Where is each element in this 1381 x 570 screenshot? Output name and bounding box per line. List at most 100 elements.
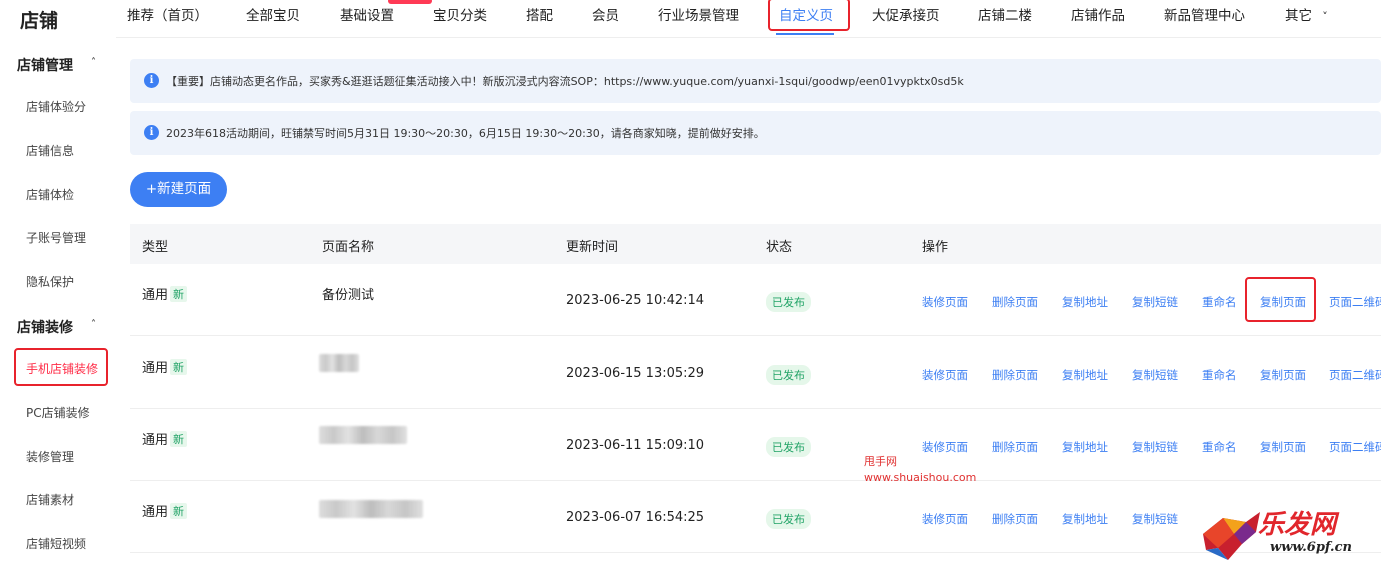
table-row: 通用新 2023-06-15 13:05:29 已发布 装修页面 删除页面 复制… bbox=[130, 337, 1381, 409]
sidebar-item-subaccount[interactable]: 子账号管理 bbox=[26, 229, 86, 246]
copy-address-link[interactable]: 复制地址 bbox=[1062, 367, 1108, 383]
blurred-page-name bbox=[319, 500, 423, 518]
sidebar-group-store-decoration[interactable]: 店铺装修 ˄ bbox=[17, 317, 96, 337]
copy-page-link[interactable]: 复制页面 bbox=[1260, 367, 1306, 383]
info-icon: i bbox=[144, 73, 159, 88]
notice-text: 【重要】店铺动态更名作品，买家秀&逛逛话题征集活动接入中！新版沉浸式内容流SOP… bbox=[166, 75, 964, 88]
page-qrcode-link[interactable]: 页面二维码 bbox=[1329, 367, 1381, 383]
sidebar-item-decoration-management[interactable]: 装修管理 bbox=[26, 448, 74, 465]
notice-text: 2023年618活动期间，旺铺禁写时间5月31日 19:30～20:30，6月1… bbox=[166, 127, 765, 140]
highlight-box bbox=[768, 0, 850, 31]
new-tag: 新 bbox=[170, 359, 188, 375]
active-tab-indicator bbox=[776, 33, 834, 35]
copy-page-link[interactable]: 复制页面 bbox=[1260, 439, 1306, 455]
decorate-page-link[interactable]: 装修页面 bbox=[922, 294, 968, 310]
updated-time: 2023-06-15 13:05:29 bbox=[566, 366, 705, 381]
tab-home[interactable]: 推荐（首页） bbox=[127, 4, 208, 24]
table-row: 通用新 2023-06-07 16:54:25 已发布 装修页面 删除页面 复制… bbox=[130, 481, 1381, 553]
highlight-box bbox=[1245, 277, 1316, 322]
type-label: 通用 bbox=[142, 505, 169, 520]
tab-basic-settings[interactable]: 基础设置 bbox=[340, 4, 394, 24]
notice-banner: i 【重要】店铺动态更名作品，买家秀&逛逛话题征集活动接入中！新版沉浸式内容流S… bbox=[130, 59, 1381, 103]
page-name: 备份测试 bbox=[322, 288, 375, 303]
column-header-status: 状态 bbox=[766, 240, 793, 255]
watermark-text: 甩手网 www.shuaishou.com bbox=[864, 454, 976, 486]
copy-address-link[interactable]: 复制地址 bbox=[1062, 511, 1108, 527]
sidebar-item-pc-decoration[interactable]: PC店铺装修 bbox=[26, 404, 90, 421]
type-cell: 通用新 bbox=[142, 357, 188, 376]
blurred-page-name bbox=[319, 426, 407, 444]
rename-link[interactable]: 重命名 bbox=[1202, 294, 1237, 310]
type-cell: 通用新 bbox=[142, 501, 188, 520]
sidebar-item-store-material[interactable]: 店铺素材 bbox=[26, 491, 74, 508]
tab-item-categories[interactable]: 宝贝分类 bbox=[433, 4, 487, 24]
new-badge bbox=[388, 0, 432, 4]
column-header-actions: 操作 bbox=[922, 240, 949, 255]
sidebar-item-short-video[interactable]: 店铺短视频 bbox=[26, 535, 86, 552]
delete-page-link[interactable]: 删除页面 bbox=[992, 511, 1038, 527]
chevron-up-icon: ˄ bbox=[91, 57, 96, 68]
table-row: 通用新 2023-06-11 15:09:10 已发布 装修页面 删除页面 复制… bbox=[130, 409, 1381, 481]
watermark-line1: 甩手网 bbox=[864, 455, 897, 468]
type-label: 通用 bbox=[142, 288, 169, 303]
chevron-up-icon: ˄ bbox=[91, 319, 96, 330]
updated-time: 2023-06-07 16:54:25 bbox=[566, 510, 705, 525]
tab-industry-scene[interactable]: 行业场景管理 bbox=[658, 4, 739, 24]
new-page-button[interactable]: +新建页面 bbox=[130, 172, 227, 207]
status-badge: 已发布 bbox=[766, 437, 811, 457]
delete-page-link[interactable]: 删除页面 bbox=[992, 367, 1038, 383]
tab-all-items[interactable]: 全部宝贝 bbox=[246, 4, 300, 24]
sidebar-item-privacy[interactable]: 隐私保护 bbox=[26, 273, 74, 290]
copy-address-link[interactable]: 复制地址 bbox=[1062, 439, 1108, 455]
group-title-label: 店铺装修 bbox=[17, 320, 73, 336]
group-title-label: 店铺管理 bbox=[17, 58, 73, 74]
tab-more-label: 其它 bbox=[1285, 8, 1312, 24]
updated-time: 2023-06-25 10:42:14 bbox=[566, 293, 705, 308]
tab-promo-landing[interactable]: 大促承接页 bbox=[872, 4, 940, 24]
delete-page-link[interactable]: 删除页面 bbox=[992, 439, 1038, 455]
copy-short-link[interactable]: 复制短链 bbox=[1132, 367, 1178, 383]
logo-url: www.6pf.cn bbox=[1270, 540, 1352, 555]
copy-short-link[interactable]: 复制短链 bbox=[1132, 511, 1178, 527]
copy-short-link[interactable]: 复制短链 bbox=[1132, 294, 1178, 310]
sidebar-group-store-management[interactable]: 店铺管理 ˄ bbox=[17, 55, 96, 75]
watermark-line2: www.shuaishou.com bbox=[864, 471, 977, 484]
sidebar-item-mobile-decoration[interactable]: 手机店铺装修 bbox=[26, 360, 98, 377]
tab-matching[interactable]: 搭配 bbox=[526, 4, 553, 24]
site-logo: 乐发网 www.6pf.cn bbox=[1198, 500, 1381, 570]
blurred-page-name bbox=[319, 354, 359, 372]
type-label: 通用 bbox=[142, 361, 169, 376]
rename-link[interactable]: 重命名 bbox=[1202, 439, 1237, 455]
rename-link[interactable]: 重命名 bbox=[1202, 367, 1237, 383]
status-badge: 已发布 bbox=[766, 292, 811, 312]
sidebar: 店铺 店铺管理 ˄ 店铺体验分 店铺信息 店铺体检 子账号管理 隐私保护 店铺装… bbox=[0, 0, 116, 570]
type-cell: 通用新 bbox=[142, 284, 188, 303]
status-badge: 已发布 bbox=[766, 509, 811, 529]
sidebar-item-store-info[interactable]: 店铺信息 bbox=[26, 142, 74, 159]
copy-address-link[interactable]: 复制地址 bbox=[1062, 294, 1108, 310]
column-header-updated: 更新时间 bbox=[566, 240, 619, 255]
new-tag: 新 bbox=[170, 503, 188, 519]
tab-more[interactable]: 其它 ˅ bbox=[1285, 4, 1328, 24]
copy-short-link[interactable]: 复制短链 bbox=[1132, 439, 1178, 455]
sidebar-item-store-check[interactable]: 店铺体检 bbox=[26, 186, 74, 203]
info-icon: i bbox=[144, 125, 159, 140]
page-qrcode-link[interactable]: 页面二维码 bbox=[1329, 294, 1381, 310]
column-header-name: 页面名称 bbox=[322, 240, 375, 255]
brand-title: 店铺 bbox=[20, 10, 59, 32]
column-header-type: 类型 bbox=[142, 240, 169, 255]
delete-page-link[interactable]: 删除页面 bbox=[992, 294, 1038, 310]
decorate-page-link[interactable]: 装修页面 bbox=[922, 367, 968, 383]
new-tag: 新 bbox=[170, 431, 188, 447]
tab-second-floor[interactable]: 店铺二楼 bbox=[978, 4, 1032, 24]
decorate-page-link[interactable]: 装修页面 bbox=[922, 439, 968, 455]
decorate-page-link[interactable]: 装修页面 bbox=[922, 511, 968, 527]
tab-new-product-center[interactable]: 新品管理中心 bbox=[1164, 4, 1245, 24]
page-qrcode-link[interactable]: 页面二维码 bbox=[1329, 439, 1381, 455]
tab-members[interactable]: 会员 bbox=[592, 4, 619, 24]
table-row: 通用新 备份测试 2023-06-25 10:42:14 已发布 装修页面 删除… bbox=[130, 264, 1381, 336]
tab-store-works[interactable]: 店铺作品 bbox=[1071, 4, 1125, 24]
status-badge: 已发布 bbox=[766, 365, 811, 385]
type-label: 通用 bbox=[142, 433, 169, 448]
sidebar-item-experience-score[interactable]: 店铺体验分 bbox=[26, 98, 86, 115]
